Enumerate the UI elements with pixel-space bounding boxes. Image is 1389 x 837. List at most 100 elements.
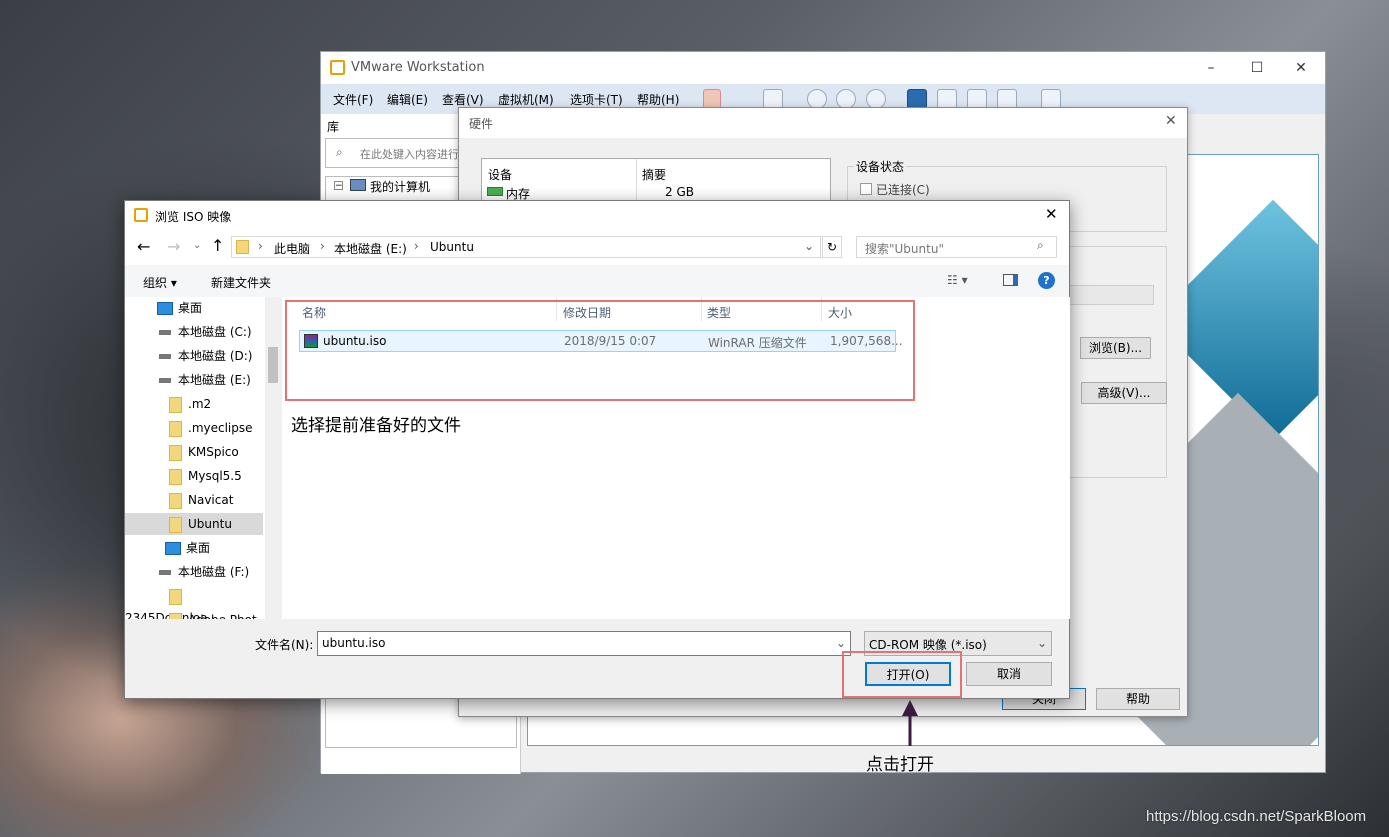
column-divider [636, 159, 637, 203]
drive-icon [159, 570, 171, 575]
scrollbar-thumb[interactable] [268, 347, 278, 383]
summary-column-header[interactable]: 摘要 [642, 166, 666, 183]
pause-icon[interactable] [703, 89, 721, 109]
preview-pane-icon[interactable] [1003, 274, 1018, 286]
tree-item[interactable]: 本地磁盘 (C:) [125, 321, 263, 343]
browse-button[interactable]: 浏览(B)... [1080, 337, 1151, 359]
address-dropdown-icon[interactable]: ⌄ [804, 239, 814, 253]
fullscreen-icon[interactable] [967, 89, 987, 109]
annotation-select-file: 选择提前准备好的文件 [291, 416, 461, 436]
network-icon[interactable] [763, 89, 783, 109]
tree-item[interactable]: Navicat Prem [125, 489, 263, 529]
browse-title: 浏览 ISO 映像 [155, 210, 232, 224]
help-icon[interactable]: ? [1038, 272, 1055, 289]
folder-icon [236, 240, 249, 254]
forward-arrow-icon[interactable]: → [167, 237, 180, 256]
filter-dropdown-icon[interactable]: ⌄ [1037, 636, 1047, 650]
tree-scrollbar[interactable] [265, 297, 281, 619]
organize-button[interactable]: 组织 ▾ [143, 274, 177, 291]
close-icon[interactable]: ✕ [1291, 58, 1311, 78]
menu-vm[interactable]: 虚拟机(M) [498, 91, 554, 108]
folder-icon [169, 468, 182, 485]
cancel-button[interactable]: 取消 [966, 662, 1052, 686]
device-list: 设备 摘要 内存 2 GB [481, 158, 831, 203]
advanced-button[interactable]: 高级(V)... [1081, 382, 1167, 404]
breadcrumb-this-pc[interactable]: 此电脑 [274, 240, 310, 257]
up-arrow-icon[interactable]: ↑ [211, 236, 224, 255]
vmware-title: VMware Workstation [351, 60, 485, 75]
command-bar: 组织 ▾ 新建文件夹 ☷ ▾ ? [125, 265, 1069, 297]
folder-icon [169, 612, 182, 619]
drive-icon [159, 330, 171, 335]
tree-root-label[interactable]: 我的计算机 [370, 178, 430, 195]
maximize-icon[interactable]: ☐ [1247, 58, 1267, 78]
folder-search-box[interactable]: 搜索"Ubuntu" ⌕ [856, 236, 1057, 258]
breadcrumb-separator-icon: › [414, 239, 419, 253]
device-column-header[interactable]: 设备 [488, 166, 512, 183]
back-arrow-icon[interactable]: ← [137, 237, 150, 256]
recent-chevron-icon[interactable]: ⌄ [193, 240, 201, 251]
menu-tabs[interactable]: 选项卡(T) [570, 91, 623, 108]
menu-edit[interactable]: 编辑(E) [387, 91, 428, 108]
tree-item-label: 桌面 [178, 301, 203, 315]
tree-item[interactable]: .myeclipse [125, 417, 263, 439]
view-options-icon[interactable]: ☷ ▾ [947, 273, 968, 287]
connected-label: 已连接(C) [876, 183, 930, 197]
memory-summary: 2 GB [665, 185, 694, 199]
tree-item-label: 本地磁盘 (E:) [178, 373, 251, 387]
tree-item-label: Adobe Phot [188, 613, 257, 619]
view-sidebar-icon[interactable] [907, 89, 927, 109]
new-folder-button[interactable]: 新建文件夹 [211, 274, 271, 291]
console-view-icon[interactable] [1041, 89, 1061, 109]
hardware-help-button[interactable]: 帮助 [1096, 688, 1180, 710]
view-console-icon[interactable] [937, 89, 957, 109]
tree-item-label: 本地磁盘 (C:) [178, 325, 252, 339]
unity-icon[interactable] [997, 89, 1017, 109]
connected-checkbox[interactable] [860, 183, 872, 195]
tree-item-label: .m2 [188, 397, 212, 411]
collapse-icon[interactable]: − [334, 181, 343, 191]
minimize-icon[interactable]: – [1201, 58, 1221, 78]
device-status-label: 设备状态 [854, 158, 907, 175]
menu-file[interactable]: 文件(F) [333, 91, 373, 108]
filename-input[interactable]: ubuntu.iso ⌄ [317, 631, 851, 656]
tree-item[interactable]: Mysql5.5 [125, 465, 263, 487]
folder-icon [169, 588, 182, 605]
drive-icon [159, 378, 171, 383]
tree-item-label: Mysql5.5 [188, 469, 242, 483]
tree-item-label: .myeclipse [188, 421, 253, 435]
library-label: 库 [327, 120, 340, 134]
refresh-icon[interactable]: ↻ [822, 236, 842, 258]
snapshot-icon[interactable] [807, 89, 827, 109]
iso-path-combo[interactable] [1068, 285, 1154, 305]
tree-item[interactable]: 本地磁盘 (F:) [125, 561, 263, 583]
tree-item[interactable]: Ubuntu [125, 513, 263, 535]
tree-item[interactable]: .m2 [125, 393, 263, 415]
tree-item[interactable]: 本地磁盘 (E:) [125, 369, 263, 391]
vmware-logo-icon [330, 60, 345, 75]
tree-item[interactable]: 本地磁盘 (D:) [125, 345, 263, 367]
menu-help[interactable]: 帮助(H) [637, 91, 679, 108]
tree-item[interactable]: KMSpico [125, 441, 263, 463]
browse-iso-dialog: 浏览 ISO 映像 ✕ ← → ⌄ ↑ › 此电脑 › 本地磁盘 (E:) › … [124, 200, 1070, 699]
tree-item[interactable]: 桌面 [125, 537, 263, 559]
tree-item[interactable]: Adobe Phot [125, 609, 263, 619]
breadcrumb-drive-e[interactable]: 本地磁盘 (E:) [334, 240, 407, 257]
breadcrumb-ubuntu[interactable]: Ubuntu [430, 240, 474, 254]
file-list-highlight [285, 300, 915, 401]
tree-item-label: Ubuntu [188, 517, 232, 531]
browse-navbar: ← → ⌄ ↑ › 此电脑 › 本地磁盘 (E:) › Ubuntu ⌄ ↻ 搜… [125, 231, 1069, 265]
menu-view[interactable]: 查看(V) [442, 91, 484, 108]
watermark: https://blog.csdn.net/SparkBloom [1146, 808, 1367, 825]
filename-dropdown-icon[interactable]: ⌄ [836, 636, 846, 650]
snapshot-manager-icon[interactable] [866, 89, 886, 109]
address-bar[interactable]: › 此电脑 › 本地磁盘 (E:) › Ubuntu ⌄ [231, 236, 821, 258]
hardware-close-icon[interactable]: ✕ [1165, 113, 1177, 129]
browse-close-icon[interactable]: ✕ [1045, 205, 1058, 223]
desktop-icon [165, 542, 181, 555]
tree-item-label: 本地磁盘 (F:) [178, 565, 250, 579]
tree-item[interactable]: 桌面 [125, 297, 263, 319]
tree-item[interactable]: 2345Downloa [125, 585, 263, 619]
snapshot-revert-icon[interactable] [836, 89, 856, 109]
search-icon: ⌕ [336, 145, 343, 159]
